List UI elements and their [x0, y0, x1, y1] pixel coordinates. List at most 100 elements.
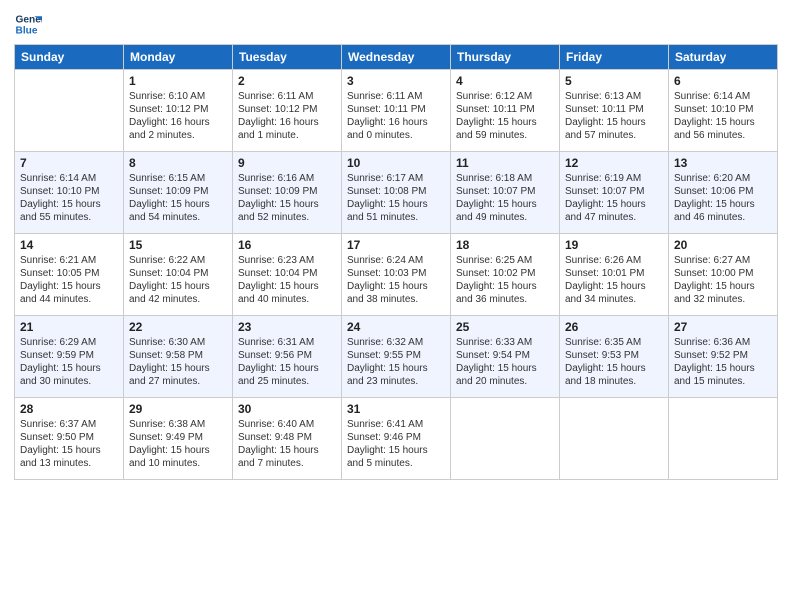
- day-info: Sunrise: 6:11 AM Sunset: 10:12 PM Daylig…: [238, 90, 336, 142]
- day-info: Sunrise: 6:30 AM Sunset: 9:58 PM Dayligh…: [129, 336, 227, 388]
- calendar-cell: 14Sunrise: 6:21 AM Sunset: 10:05 PM Dayl…: [15, 234, 124, 316]
- day-number: 29: [129, 401, 227, 417]
- day-number: 10: [347, 155, 445, 171]
- calendar-cell: 3Sunrise: 6:11 AM Sunset: 10:11 PM Dayli…: [342, 70, 451, 152]
- day-number: 11: [456, 155, 554, 171]
- day-info: Sunrise: 6:26 AM Sunset: 10:01 PM Daylig…: [565, 254, 663, 306]
- calendar-cell: 20Sunrise: 6:27 AM Sunset: 10:00 PM Dayl…: [669, 234, 778, 316]
- day-info: Sunrise: 6:23 AM Sunset: 10:04 PM Daylig…: [238, 254, 336, 306]
- weekday-tuesday: Tuesday: [233, 45, 342, 70]
- week-row-4: 21Sunrise: 6:29 AM Sunset: 9:59 PM Dayli…: [15, 316, 778, 398]
- calendar-cell: 11Sunrise: 6:18 AM Sunset: 10:07 PM Dayl…: [451, 152, 560, 234]
- svg-text:Blue: Blue: [16, 25, 38, 36]
- weekday-saturday: Saturday: [669, 45, 778, 70]
- day-info: Sunrise: 6:21 AM Sunset: 10:05 PM Daylig…: [20, 254, 118, 306]
- day-info: Sunrise: 6:35 AM Sunset: 9:53 PM Dayligh…: [565, 336, 663, 388]
- calendar-cell: 28Sunrise: 6:37 AM Sunset: 9:50 PM Dayli…: [15, 398, 124, 480]
- day-info: Sunrise: 6:10 AM Sunset: 10:12 PM Daylig…: [129, 90, 227, 142]
- day-info: Sunrise: 6:38 AM Sunset: 9:49 PM Dayligh…: [129, 418, 227, 470]
- calendar-cell: 10Sunrise: 6:17 AM Sunset: 10:08 PM Dayl…: [342, 152, 451, 234]
- calendar-cell: 1Sunrise: 6:10 AM Sunset: 10:12 PM Dayli…: [124, 70, 233, 152]
- day-info: Sunrise: 6:31 AM Sunset: 9:56 PM Dayligh…: [238, 336, 336, 388]
- calendar-cell: 27Sunrise: 6:36 AM Sunset: 9:52 PM Dayli…: [669, 316, 778, 398]
- week-row-3: 14Sunrise: 6:21 AM Sunset: 10:05 PM Dayl…: [15, 234, 778, 316]
- day-info: Sunrise: 6:25 AM Sunset: 10:02 PM Daylig…: [456, 254, 554, 306]
- header: General Blue: [14, 10, 778, 38]
- day-number: 21: [20, 319, 118, 335]
- day-info: Sunrise: 6:16 AM Sunset: 10:09 PM Daylig…: [238, 172, 336, 224]
- day-number: 13: [674, 155, 772, 171]
- day-number: 3: [347, 73, 445, 89]
- day-number: 20: [674, 237, 772, 253]
- day-info: Sunrise: 6:36 AM Sunset: 9:52 PM Dayligh…: [674, 336, 772, 388]
- week-row-2: 7Sunrise: 6:14 AM Sunset: 10:10 PM Dayli…: [15, 152, 778, 234]
- calendar-cell: 19Sunrise: 6:26 AM Sunset: 10:01 PM Dayl…: [560, 234, 669, 316]
- calendar-cell: 26Sunrise: 6:35 AM Sunset: 9:53 PM Dayli…: [560, 316, 669, 398]
- calendar-cell: 23Sunrise: 6:31 AM Sunset: 9:56 PM Dayli…: [233, 316, 342, 398]
- calendar-cell: 29Sunrise: 6:38 AM Sunset: 9:49 PM Dayli…: [124, 398, 233, 480]
- calendar-cell: 21Sunrise: 6:29 AM Sunset: 9:59 PM Dayli…: [15, 316, 124, 398]
- day-number: 26: [565, 319, 663, 335]
- calendar-cell: [451, 398, 560, 480]
- weekday-sunday: Sunday: [15, 45, 124, 70]
- weekday-header-row: SundayMondayTuesdayWednesdayThursdayFrid…: [15, 45, 778, 70]
- weekday-monday: Monday: [124, 45, 233, 70]
- logo: General Blue: [14, 10, 46, 38]
- calendar-cell: 17Sunrise: 6:24 AM Sunset: 10:03 PM Dayl…: [342, 234, 451, 316]
- day-number: 22: [129, 319, 227, 335]
- week-row-5: 28Sunrise: 6:37 AM Sunset: 9:50 PM Dayli…: [15, 398, 778, 480]
- day-number: 18: [456, 237, 554, 253]
- day-number: 7: [20, 155, 118, 171]
- day-number: 9: [238, 155, 336, 171]
- calendar-cell: 30Sunrise: 6:40 AM Sunset: 9:48 PM Dayli…: [233, 398, 342, 480]
- calendar-cell: 12Sunrise: 6:19 AM Sunset: 10:07 PM Dayl…: [560, 152, 669, 234]
- day-number: 31: [347, 401, 445, 417]
- day-number: 16: [238, 237, 336, 253]
- day-number: 6: [674, 73, 772, 89]
- calendar-cell: 31Sunrise: 6:41 AM Sunset: 9:46 PM Dayli…: [342, 398, 451, 480]
- day-info: Sunrise: 6:27 AM Sunset: 10:00 PM Daylig…: [674, 254, 772, 306]
- calendar-cell: 6Sunrise: 6:14 AM Sunset: 10:10 PM Dayli…: [669, 70, 778, 152]
- day-info: Sunrise: 6:13 AM Sunset: 10:11 PM Daylig…: [565, 90, 663, 142]
- day-info: Sunrise: 6:14 AM Sunset: 10:10 PM Daylig…: [674, 90, 772, 142]
- day-info: Sunrise: 6:20 AM Sunset: 10:06 PM Daylig…: [674, 172, 772, 224]
- day-number: 25: [456, 319, 554, 335]
- day-number: 8: [129, 155, 227, 171]
- page-container: General Blue SundayMondayTuesdayWednesda…: [0, 0, 792, 486]
- day-info: Sunrise: 6:18 AM Sunset: 10:07 PM Daylig…: [456, 172, 554, 224]
- weekday-friday: Friday: [560, 45, 669, 70]
- calendar-cell: 8Sunrise: 6:15 AM Sunset: 10:09 PM Dayli…: [124, 152, 233, 234]
- calendar-cell: 2Sunrise: 6:11 AM Sunset: 10:12 PM Dayli…: [233, 70, 342, 152]
- weekday-wednesday: Wednesday: [342, 45, 451, 70]
- day-info: Sunrise: 6:37 AM Sunset: 9:50 PM Dayligh…: [20, 418, 118, 470]
- day-info: Sunrise: 6:32 AM Sunset: 9:55 PM Dayligh…: [347, 336, 445, 388]
- day-number: 27: [674, 319, 772, 335]
- day-info: Sunrise: 6:24 AM Sunset: 10:03 PM Daylig…: [347, 254, 445, 306]
- day-info: Sunrise: 6:40 AM Sunset: 9:48 PM Dayligh…: [238, 418, 336, 470]
- day-number: 2: [238, 73, 336, 89]
- day-info: Sunrise: 6:29 AM Sunset: 9:59 PM Dayligh…: [20, 336, 118, 388]
- calendar-cell: 5Sunrise: 6:13 AM Sunset: 10:11 PM Dayli…: [560, 70, 669, 152]
- day-info: Sunrise: 6:15 AM Sunset: 10:09 PM Daylig…: [129, 172, 227, 224]
- calendar-cell: 24Sunrise: 6:32 AM Sunset: 9:55 PM Dayli…: [342, 316, 451, 398]
- calendar-cell: [560, 398, 669, 480]
- calendar-cell: 16Sunrise: 6:23 AM Sunset: 10:04 PM Dayl…: [233, 234, 342, 316]
- calendar-table: SundayMondayTuesdayWednesdayThursdayFrid…: [14, 44, 778, 480]
- day-number: 19: [565, 237, 663, 253]
- day-number: 15: [129, 237, 227, 253]
- day-number: 28: [20, 401, 118, 417]
- day-number: 12: [565, 155, 663, 171]
- day-number: 23: [238, 319, 336, 335]
- calendar-cell: 4Sunrise: 6:12 AM Sunset: 10:11 PM Dayli…: [451, 70, 560, 152]
- day-number: 17: [347, 237, 445, 253]
- day-number: 5: [565, 73, 663, 89]
- day-info: Sunrise: 6:14 AM Sunset: 10:10 PM Daylig…: [20, 172, 118, 224]
- day-info: Sunrise: 6:19 AM Sunset: 10:07 PM Daylig…: [565, 172, 663, 224]
- day-info: Sunrise: 6:11 AM Sunset: 10:11 PM Daylig…: [347, 90, 445, 142]
- day-info: Sunrise: 6:17 AM Sunset: 10:08 PM Daylig…: [347, 172, 445, 224]
- calendar-cell: 7Sunrise: 6:14 AM Sunset: 10:10 PM Dayli…: [15, 152, 124, 234]
- calendar-cell: 18Sunrise: 6:25 AM Sunset: 10:02 PM Dayl…: [451, 234, 560, 316]
- day-number: 1: [129, 73, 227, 89]
- calendar-cell: 22Sunrise: 6:30 AM Sunset: 9:58 PM Dayli…: [124, 316, 233, 398]
- day-info: Sunrise: 6:33 AM Sunset: 9:54 PM Dayligh…: [456, 336, 554, 388]
